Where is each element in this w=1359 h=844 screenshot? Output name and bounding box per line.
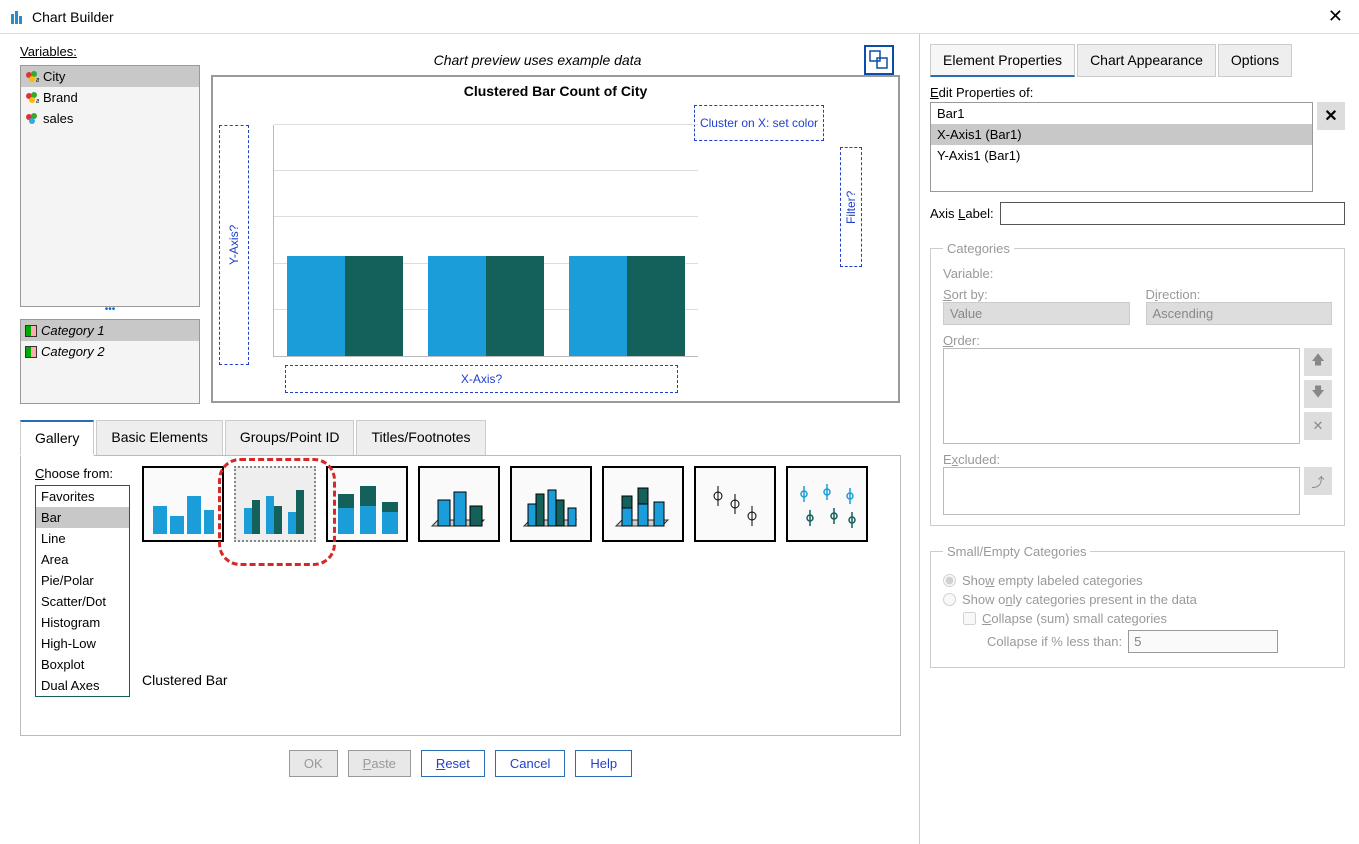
chart-canvas[interactable]: Clustered Bar Count of City Y-Axis? Clus… [211, 75, 900, 403]
plot-area [273, 125, 698, 357]
order-listbox [943, 348, 1300, 444]
radio-show-empty [943, 574, 956, 587]
tab-titles-footnotes[interactable]: Titles/Footnotes [356, 420, 485, 455]
app-icon [10, 9, 26, 25]
ok-button[interactable]: OK [289, 750, 338, 777]
tab-chart-appearance[interactable]: Chart Appearance [1077, 44, 1216, 77]
chart-thumb-error-bar-1[interactable] [694, 466, 776, 542]
sort-by-select: Value [943, 302, 1130, 325]
chart-type-item[interactable]: High-Low [36, 633, 129, 654]
close-button[interactable]: ✕ [1322, 6, 1349, 27]
delete-property-button[interactable]: ✕ [1317, 102, 1345, 130]
category-item[interactable]: Category 2 [21, 341, 199, 362]
chart-type-item[interactable]: Boxplot [36, 654, 129, 675]
chart-type-item[interactable]: Bar [36, 507, 129, 528]
variable-item[interactable]: sales [21, 108, 199, 129]
axis-label-input[interactable] [1000, 202, 1345, 225]
radio-show-present [943, 593, 956, 606]
window-title: Chart Builder [32, 9, 1322, 25]
variables-list[interactable]: a City a Brand sales [20, 65, 200, 307]
tab-gallery[interactable]: Gallery [20, 420, 94, 456]
category-icon [25, 346, 37, 358]
property-item[interactable]: Y-Axis1 (Bar1) [931, 145, 1312, 166]
excluded-listbox [943, 467, 1300, 515]
splitter-handle[interactable]: ••• [20, 307, 200, 313]
small-empty-legend: Small/Empty Categories [943, 544, 1090, 559]
sort-by-label: Sort by: [943, 287, 1130, 302]
chart-type-item[interactable]: Dual Axes [36, 675, 129, 696]
property-item[interactable]: X-Axis1 (Bar1) [931, 124, 1312, 145]
direction-label: Direction: [1146, 287, 1333, 302]
drop-zone-x-axis[interactable]: X-Axis? [285, 365, 678, 393]
chart-type-item[interactable]: Scatter/Dot [36, 591, 129, 612]
cancel-button[interactable]: Cancel [495, 750, 565, 777]
chart-thumb-simple-bar[interactable] [142, 466, 224, 542]
thumb-label: Clustered Bar [142, 672, 886, 688]
variable-label: Variable: [943, 266, 1332, 281]
chart-thumb-clustered-bar[interactable] [234, 466, 316, 542]
chart-thumb-3d-bar-2[interactable] [510, 466, 592, 542]
excluded-label: Excluded: [943, 452, 1332, 467]
chart-thumb-3d-bar-1[interactable] [418, 466, 500, 542]
categories-legend: Categories [943, 241, 1014, 256]
include-button: ⤴ [1304, 467, 1332, 495]
move-down-button: 🡇 [1304, 380, 1332, 408]
chart-type-item[interactable]: Favorites [36, 486, 129, 507]
variables-label: Variables: [20, 44, 200, 59]
category-item[interactable]: Category 1 [21, 320, 199, 341]
tab-groups-point-id[interactable]: Groups/Point ID [225, 420, 355, 455]
chart-title: Clustered Bar Count of City [213, 83, 898, 99]
variable-item[interactable]: a Brand [21, 87, 199, 108]
paste-button[interactable]: Paste [348, 750, 411, 777]
property-item[interactable]: Bar1 [931, 103, 1312, 124]
svg-text:a: a [36, 77, 39, 84]
chart-type-item[interactable]: Line [36, 528, 129, 549]
remove-order-button: ✕ [1304, 412, 1332, 440]
collapse-label: Collapse (sum) small categories [982, 611, 1167, 626]
checkbox-collapse [963, 612, 976, 625]
svg-text:a: a [36, 98, 39, 105]
swap-axes-button[interactable] [864, 45, 894, 75]
order-label: Order: [943, 333, 1332, 348]
gallery-tablist: Gallery Basic Elements Groups/Point ID T… [20, 420, 901, 456]
drop-zone-cluster[interactable]: Cluster on X: set color [694, 105, 824, 141]
chart-type-item[interactable]: Area [36, 549, 129, 570]
reset-button[interactable]: Reset [421, 750, 485, 777]
tab-options[interactable]: Options [1218, 44, 1292, 77]
direction-select: Ascending [1146, 302, 1333, 325]
radio-show-empty-label: Show empty labeled categories [962, 573, 1143, 588]
move-up-button: 🡅 [1304, 348, 1332, 376]
collapse-percent-input [1128, 630, 1278, 653]
chart-type-item[interactable]: Histogram [36, 612, 129, 633]
chart-type-item[interactable]: Pie/Polar [36, 570, 129, 591]
preview-caption: Chart preview uses example data [211, 52, 864, 68]
categories-list[interactable]: Category 1 Category 2 [20, 319, 200, 404]
nominal-icon: a [25, 91, 39, 105]
chart-thumb-3d-bar-3[interactable] [602, 466, 684, 542]
axis-label-label: Axis Label: [930, 206, 994, 221]
titlebar: Chart Builder ✕ [0, 0, 1359, 34]
chart-thumb-stacked-bar[interactable] [326, 466, 408, 542]
radio-show-present-label: Show only categories present in the data [962, 592, 1197, 607]
help-button[interactable]: Help [575, 750, 632, 777]
properties-listbox[interactable]: Bar1 X-Axis1 (Bar1) Y-Axis1 (Bar1) [930, 102, 1313, 192]
collapse-if-label: Collapse if % less than: [987, 634, 1122, 649]
category-icon [25, 325, 37, 337]
tab-element-properties[interactable]: Element Properties [930, 44, 1075, 77]
scale-icon [25, 112, 39, 126]
choose-from-label: Choose from: [35, 466, 130, 481]
variable-item[interactable]: a City [21, 66, 199, 87]
tab-basic-elements[interactable]: Basic Elements [96, 420, 222, 455]
nominal-icon: a [25, 70, 39, 84]
drop-zone-filter[interactable]: Filter? [840, 147, 862, 267]
drop-zone-y-axis[interactable]: Y-Axis? [219, 125, 249, 365]
chart-thumb-error-bar-2[interactable] [786, 466, 868, 542]
chart-type-list[interactable]: Favorites Bar Line Area Pie/Polar Scatte… [35, 485, 130, 697]
edit-properties-label: Edit Properties of: [930, 85, 1345, 100]
